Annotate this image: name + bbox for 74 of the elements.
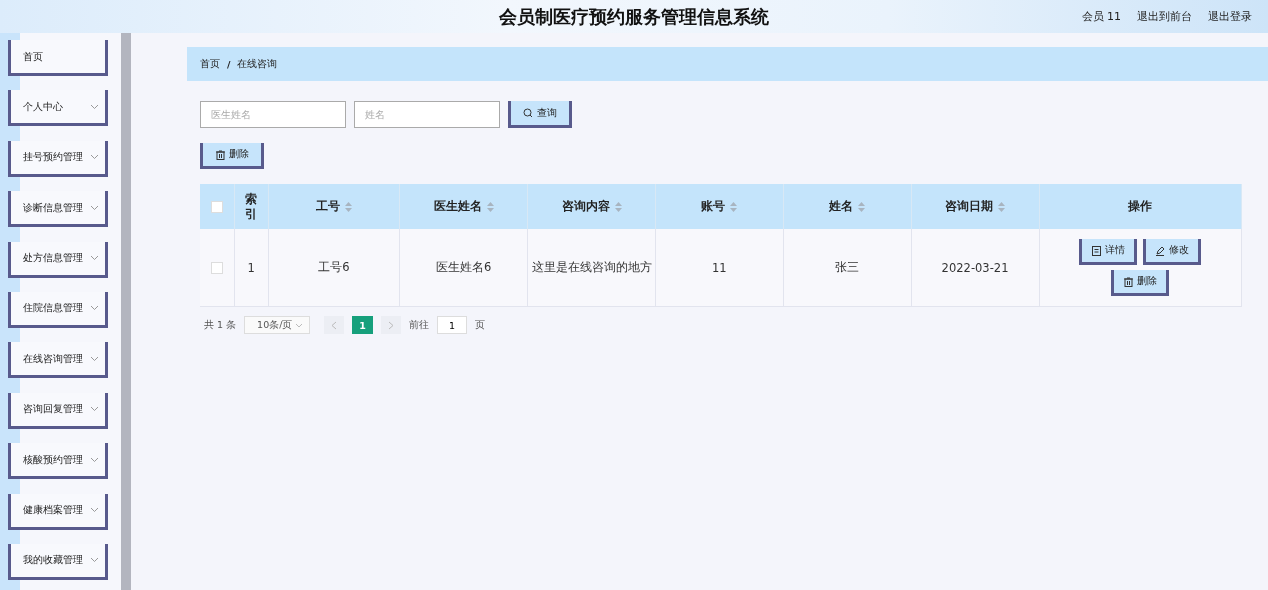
chevron-down-icon — [90, 255, 99, 262]
chevron-down-icon — [90, 103, 99, 110]
chevron-right-icon — [388, 320, 395, 330]
breadcrumb-item[interactable]: 首页 — [200, 57, 220, 71]
edit-button[interactable]: 修改 — [1143, 239, 1202, 265]
table-cell: 工号6 — [268, 229, 400, 307]
sort-icon — [858, 201, 866, 212]
sidebar-menu-item[interactable]: 个人中心 — [8, 90, 108, 127]
chevron-down-icon — [90, 406, 99, 413]
table-cell: 张三 — [783, 229, 912, 307]
sort-icon — [344, 201, 352, 212]
chevron-down-icon — [90, 204, 99, 211]
sort-icon — [730, 201, 738, 212]
column-header[interactable]: 工号 — [268, 184, 400, 229]
chevron-down-icon — [90, 557, 99, 564]
sidebar-menu-item[interactable]: 我的收藏管理 — [8, 543, 108, 580]
pencil-icon — [1155, 245, 1166, 256]
select-all-checkbox[interactable] — [210, 201, 223, 213]
table-cell: 1 — [234, 229, 269, 307]
goto-label: 前往 — [409, 318, 430, 332]
chevron-left-icon — [331, 320, 338, 330]
column-header[interactable]: 咨询日期 — [911, 184, 1040, 229]
trash-icon — [1123, 276, 1133, 287]
chevron-down-icon — [90, 305, 99, 312]
sidebar-menu-item[interactable]: 健康档案管理 — [8, 493, 108, 530]
search-button[interactable]: 查询 — [508, 101, 572, 128]
column-header[interactable]: 医生姓名 — [399, 184, 528, 229]
breadcrumb-separator: / — [227, 58, 231, 70]
chevron-down-icon — [295, 322, 304, 328]
sidebar-menu-item[interactable]: 首页 — [8, 40, 108, 76]
table-cell: 医生姓名6 — [399, 229, 528, 307]
sort-icon — [486, 201, 494, 212]
search-icon — [523, 108, 533, 118]
sort-icon — [998, 201, 1006, 212]
chevron-down-icon — [90, 355, 99, 362]
page-size-select[interactable]: 10条/页 — [244, 316, 311, 334]
chevron-down-icon — [90, 507, 99, 513]
sort-icon — [614, 201, 622, 212]
system-title: 会员制医疗预约服务管理信息系统 — [499, 4, 769, 29]
column-header: 操作 — [1039, 184, 1242, 229]
sidebar-menu-item[interactable]: 诊断信息管理 — [8, 191, 108, 228]
sidebar-menu-item[interactable]: 核酸预约管理 — [8, 443, 108, 480]
search-field[interactable]: 医生姓名 — [200, 101, 346, 128]
row-checkbox[interactable] — [210, 262, 223, 274]
page-suffix: 页 — [475, 318, 486, 332]
delete-button[interactable]: 删除 — [200, 143, 264, 169]
chevron-down-icon — [90, 456, 99, 463]
column-header: 索引 — [234, 184, 269, 229]
table-cell: 这里是在线咨询的地方 — [527, 229, 656, 307]
prev-page-button[interactable] — [324, 316, 345, 334]
user-label: 会员 11 — [1081, 9, 1121, 24]
column-header[interactable]: 姓名 — [783, 184, 912, 229]
next-page-button[interactable] — [381, 316, 402, 334]
sidebar-menu-item[interactable]: 挂号预约管理 — [8, 140, 108, 177]
search-field[interactable]: 姓名 — [354, 101, 500, 128]
column-header[interactable]: 咨询内容 — [527, 184, 656, 229]
details-button[interactable]: 详情 — [1079, 239, 1138, 265]
sidebar-menu-item[interactable]: 咨询回复管理 — [8, 392, 108, 429]
header-link[interactable]: 退出登录 — [1208, 9, 1252, 24]
scrollbar[interactable] — [121, 33, 131, 590]
chevron-down-icon — [90, 154, 99, 161]
column-header[interactable]: 账号 — [655, 184, 784, 229]
sidebar-menu-item[interactable]: 处方信息管理 — [8, 241, 108, 278]
table-cell: 2022-03-21 — [911, 229, 1040, 307]
table-cell: 11 — [655, 229, 784, 307]
document-icon — [1091, 245, 1101, 256]
breadcrumb-item[interactable]: 在线咨询 — [237, 57, 278, 71]
trash-icon — [215, 149, 225, 160]
page-input[interactable]: 1 — [437, 316, 468, 334]
delete-button[interactable]: 删除 — [1111, 270, 1170, 296]
sidebar-menu-item[interactable]: 住院信息管理 — [8, 291, 108, 328]
sidebar-menu-item[interactable]: 在线咨询管理 — [8, 342, 108, 379]
total-count: 共 1 条 — [204, 318, 237, 332]
header-link[interactable]: 退出到前台 — [1137, 9, 1192, 24]
